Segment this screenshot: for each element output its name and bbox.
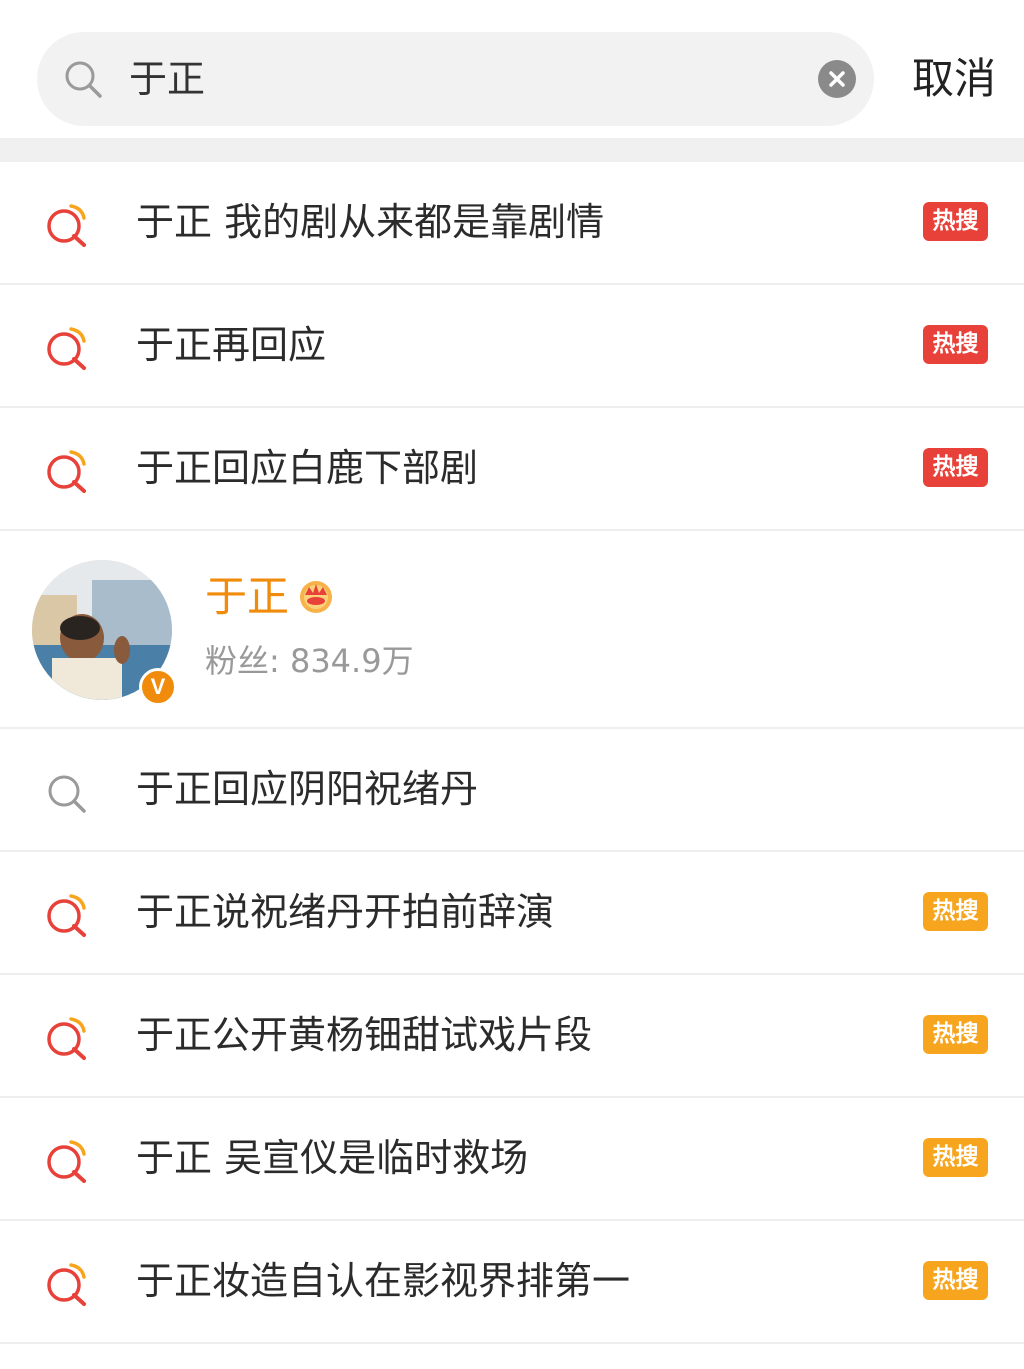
suggestion-text: 于正 吴宣仪是临时救场: [136, 1136, 529, 1180]
hot-search-badge: 热搜: [923, 1015, 988, 1054]
clear-search-button[interactable]: [818, 60, 856, 98]
hot-search-badge: 热搜: [923, 448, 988, 487]
search-icon: [48, 775, 86, 813]
hot-search-icon: [47, 1017, 86, 1060]
suggestion-text: 于正再回应: [136, 323, 327, 367]
hot-search-icon: [47, 1140, 86, 1183]
suggestion-row[interactable]: 于正说祝绪丹开拍前辞演 热搜: [0, 852, 1024, 975]
hot-search-badge: 热搜: [923, 202, 988, 241]
suggestion-row[interactable]: 于正再回应 热搜: [0, 285, 1024, 408]
cancel-button[interactable]: 取消: [912, 32, 996, 126]
suggestion-text: 于正说祝绪丹开拍前辞演: [136, 890, 555, 934]
hot-search-badge: 热搜: [923, 1261, 988, 1300]
suggestion-text: 于正回应阴阳祝绪丹: [136, 767, 479, 811]
suggestion-row[interactable]: 于正 吴宣仪是临时救场 热搜: [0, 1098, 1024, 1221]
suggestion-text: 于正公开黄杨钿甜试戏片段: [136, 1013, 593, 1057]
suggestion-row[interactable]: 于正回应白鹿下部剧 热搜: [0, 408, 1024, 531]
suggestion-text: 于正 我的剧从来都是靠剧情: [136, 200, 605, 244]
hot-search-badge: 热搜: [923, 1138, 988, 1177]
suggestion-row[interactable]: 于正回应阴阳祝绪丹: [0, 729, 1024, 852]
hot-search-icon: [47, 204, 86, 247]
hot-search-icon: [47, 1263, 86, 1306]
search-header: 于正 取消: [0, 0, 1024, 138]
user-name[interactable]: 于正: [205, 571, 289, 623]
suggestion-text: 于正回应白鹿下部剧: [136, 446, 479, 490]
hot-search-badge: 热搜: [923, 892, 988, 931]
suggestion-row[interactable]: 于正公开黄杨钿甜试戏片段 热搜: [0, 975, 1024, 1098]
search-query-text[interactable]: 于正: [129, 32, 205, 126]
suggestion-row[interactable]: 于正 我的剧从来都是靠剧情 热搜: [0, 162, 1024, 285]
hot-search-icon: [47, 327, 86, 370]
follower-count: 粉丝: 834.9万: [205, 642, 414, 680]
suggestion-text: 于正妆造自认在影视界排第一: [136, 1259, 631, 1303]
crown-icon: [300, 581, 332, 613]
user-result-row[interactable]: V 于正 粉丝: 834.9万: [0, 531, 1024, 729]
suggestion-list: 于正 我的剧从来都是靠剧情 热搜 于正再回应 热搜 于正回应白鹿下部剧 热搜 V 于正 粉…: [0, 162, 1024, 1344]
close-icon: [829, 71, 845, 87]
hot-search-badge: 热搜: [923, 325, 988, 364]
hot-search-icon: [47, 450, 86, 493]
verified-badge-icon: V: [139, 668, 177, 706]
search-icon: [65, 61, 102, 98]
hot-search-icon: [47, 894, 86, 937]
search-input[interactable]: 于正: [37, 32, 874, 126]
section-divider: [0, 138, 1024, 162]
suggestion-row[interactable]: 于正妆造自认在影视界排第一 热搜: [0, 1221, 1024, 1344]
